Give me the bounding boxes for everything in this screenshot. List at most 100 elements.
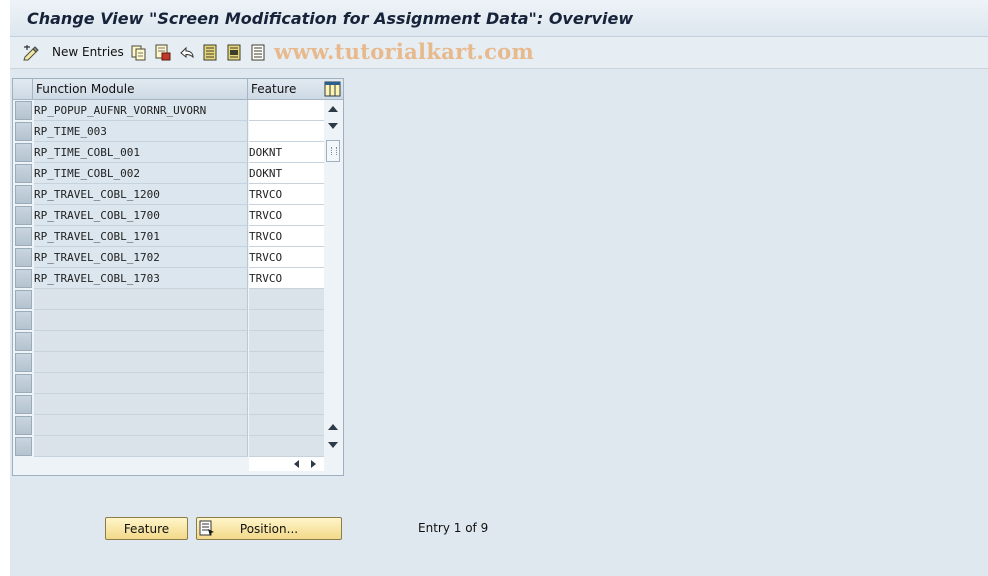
feature-button[interactable]: Feature — [105, 517, 188, 540]
cell-function-module[interactable] — [34, 289, 248, 310]
cell-function-module[interactable] — [34, 310, 248, 331]
undo-icon[interactable] — [178, 44, 196, 61]
cell-feature[interactable]: TRVCO — [249, 226, 324, 247]
change-display-icon[interactable] — [22, 44, 40, 61]
title-bar: Change View "Screen Modification for Ass… — [10, 0, 988, 37]
row-selector[interactable] — [15, 206, 32, 225]
cell-function-module[interactable] — [34, 415, 248, 436]
row-selector[interactable] — [15, 290, 32, 309]
select-all-icon[interactable] — [202, 44, 220, 61]
cell-function-module[interactable] — [34, 331, 248, 352]
cell-feature[interactable] — [249, 289, 324, 310]
scroll-thumb[interactable] — [326, 140, 340, 162]
table-row[interactable] — [13, 310, 324, 331]
cell-feature[interactable] — [249, 415, 324, 436]
horizontal-scrollbar[interactable] — [249, 457, 324, 471]
cell-function-module[interactable]: RP_TRAVEL_COBL_1702 — [34, 247, 248, 268]
row-selector[interactable] — [15, 227, 32, 246]
cell-feature[interactable]: DOKNT — [249, 163, 324, 184]
row-selector[interactable] — [15, 311, 32, 330]
page-down-icon[interactable] — [328, 442, 338, 448]
table-row[interactable]: RP_TRAVEL_COBL_1703 TRVCO — [13, 268, 324, 289]
cell-function-module[interactable]: RP_TRAVEL_COBL_1703 — [34, 268, 248, 289]
table-row[interactable] — [13, 289, 324, 310]
feature-button-label: Feature — [123, 522, 170, 536]
scroll-left-icon[interactable] — [294, 460, 299, 468]
table-row[interactable]: RP_TIME_003 — [13, 121, 324, 142]
deselect-all-icon[interactable] — [250, 44, 268, 61]
row-selector[interactable] — [15, 122, 32, 141]
row-selector[interactable] — [15, 332, 32, 351]
position-button[interactable]: Position... — [196, 517, 342, 540]
cell-function-module[interactable]: RP_TRAVEL_COBL_1700 — [34, 205, 248, 226]
table-row[interactable] — [13, 373, 324, 394]
column-header-function-module[interactable]: Function Module — [34, 79, 248, 100]
cell-function-module[interactable] — [34, 352, 248, 373]
table-row[interactable] — [13, 436, 324, 457]
table-row[interactable] — [13, 415, 324, 436]
column-header-feature[interactable]: Feature — [249, 79, 323, 100]
save-icon[interactable] — [154, 44, 172, 61]
scroll-down-icon[interactable] — [328, 123, 338, 129]
cell-feature[interactable]: TRVCO — [249, 205, 324, 226]
table-row[interactable]: RP_TRAVEL_COBL_1200 TRVCO — [13, 184, 324, 205]
table-body: RP_POPUP_AUFNR_VORNR_UVORN RP_TIME_003 R… — [13, 100, 324, 457]
cell-function-module[interactable]: RP_TIME_003 — [34, 121, 248, 142]
cell-feature[interactable] — [249, 436, 324, 457]
position-icon — [199, 520, 215, 536]
application-toolbar: New Entries www.tutorialkart.com — [10, 37, 988, 69]
page-up-icon[interactable] — [328, 424, 338, 430]
table-header: Function Module Feature — [13, 79, 343, 100]
row-selector[interactable] — [15, 269, 32, 288]
cell-function-module[interactable] — [34, 394, 248, 415]
table-row[interactable] — [13, 331, 324, 352]
cell-function-module[interactable] — [34, 373, 248, 394]
copy-icon[interactable] — [130, 44, 148, 61]
cell-feature[interactable] — [249, 394, 324, 415]
table-row[interactable]: RP_TIME_COBL_001 DOKNT — [13, 142, 324, 163]
table-row[interactable] — [13, 352, 324, 373]
cell-feature[interactable]: DOKNT — [249, 142, 324, 163]
table-row[interactable] — [13, 394, 324, 415]
select-all-rows-cell[interactable] — [13, 79, 33, 100]
scroll-up-icon[interactable] — [328, 106, 338, 112]
cell-feature[interactable] — [249, 373, 324, 394]
vertical-scrollbar[interactable] — [324, 100, 343, 455]
row-selector[interactable] — [15, 353, 32, 372]
position-button-label: Position... — [239, 522, 299, 536]
row-selector[interactable] — [15, 395, 32, 414]
row-selector[interactable] — [15, 248, 32, 267]
table-row[interactable]: RP_TRAVEL_COBL_1700 TRVCO — [13, 205, 324, 226]
cell-feature[interactable]: TRVCO — [249, 247, 324, 268]
cell-function-module[interactable]: RP_TIME_COBL_002 — [34, 163, 248, 184]
row-selector[interactable] — [15, 416, 32, 435]
cell-function-module[interactable] — [34, 436, 248, 457]
row-selector[interactable] — [15, 437, 32, 456]
cell-function-module[interactable]: RP_TRAVEL_COBL_1701 — [34, 226, 248, 247]
cell-function-module[interactable]: RP_TRAVEL_COBL_1200 — [34, 184, 248, 205]
left-strip — [0, 0, 10, 576]
cell-feature[interactable]: TRVCO — [249, 184, 324, 205]
select-block-icon[interactable] — [226, 44, 244, 61]
table-row[interactable]: RP_TRAVEL_COBL_1702 TRVCO — [13, 247, 324, 268]
new-entries-button[interactable]: New Entries — [52, 45, 124, 59]
row-selector[interactable] — [15, 164, 32, 183]
cell-feature[interactable] — [249, 121, 324, 142]
table-row[interactable]: RP_TIME_COBL_002 DOKNT — [13, 163, 324, 184]
row-selector[interactable] — [15, 374, 32, 393]
scroll-right-icon[interactable] — [311, 460, 316, 468]
cell-feature[interactable] — [249, 310, 324, 331]
cell-feature[interactable] — [249, 352, 324, 373]
row-selector[interactable] — [15, 185, 32, 204]
cell-feature[interactable] — [249, 100, 324, 121]
cell-feature[interactable]: TRVCO — [249, 268, 324, 289]
watermark-text: www.tutorialkart.com — [274, 39, 534, 64]
table-row[interactable]: RP_TRAVEL_COBL_1701 TRVCO — [13, 226, 324, 247]
cell-function-module[interactable]: RP_POPUP_AUFNR_VORNR_UVORN — [34, 100, 248, 121]
column-settings-icon[interactable] — [324, 81, 341, 97]
cell-feature[interactable] — [249, 331, 324, 352]
cell-function-module[interactable]: RP_TIME_COBL_001 — [34, 142, 248, 163]
row-selector[interactable] — [15, 143, 32, 162]
table-row[interactable]: RP_POPUP_AUFNR_VORNR_UVORN — [13, 100, 324, 121]
row-selector[interactable] — [15, 101, 32, 120]
